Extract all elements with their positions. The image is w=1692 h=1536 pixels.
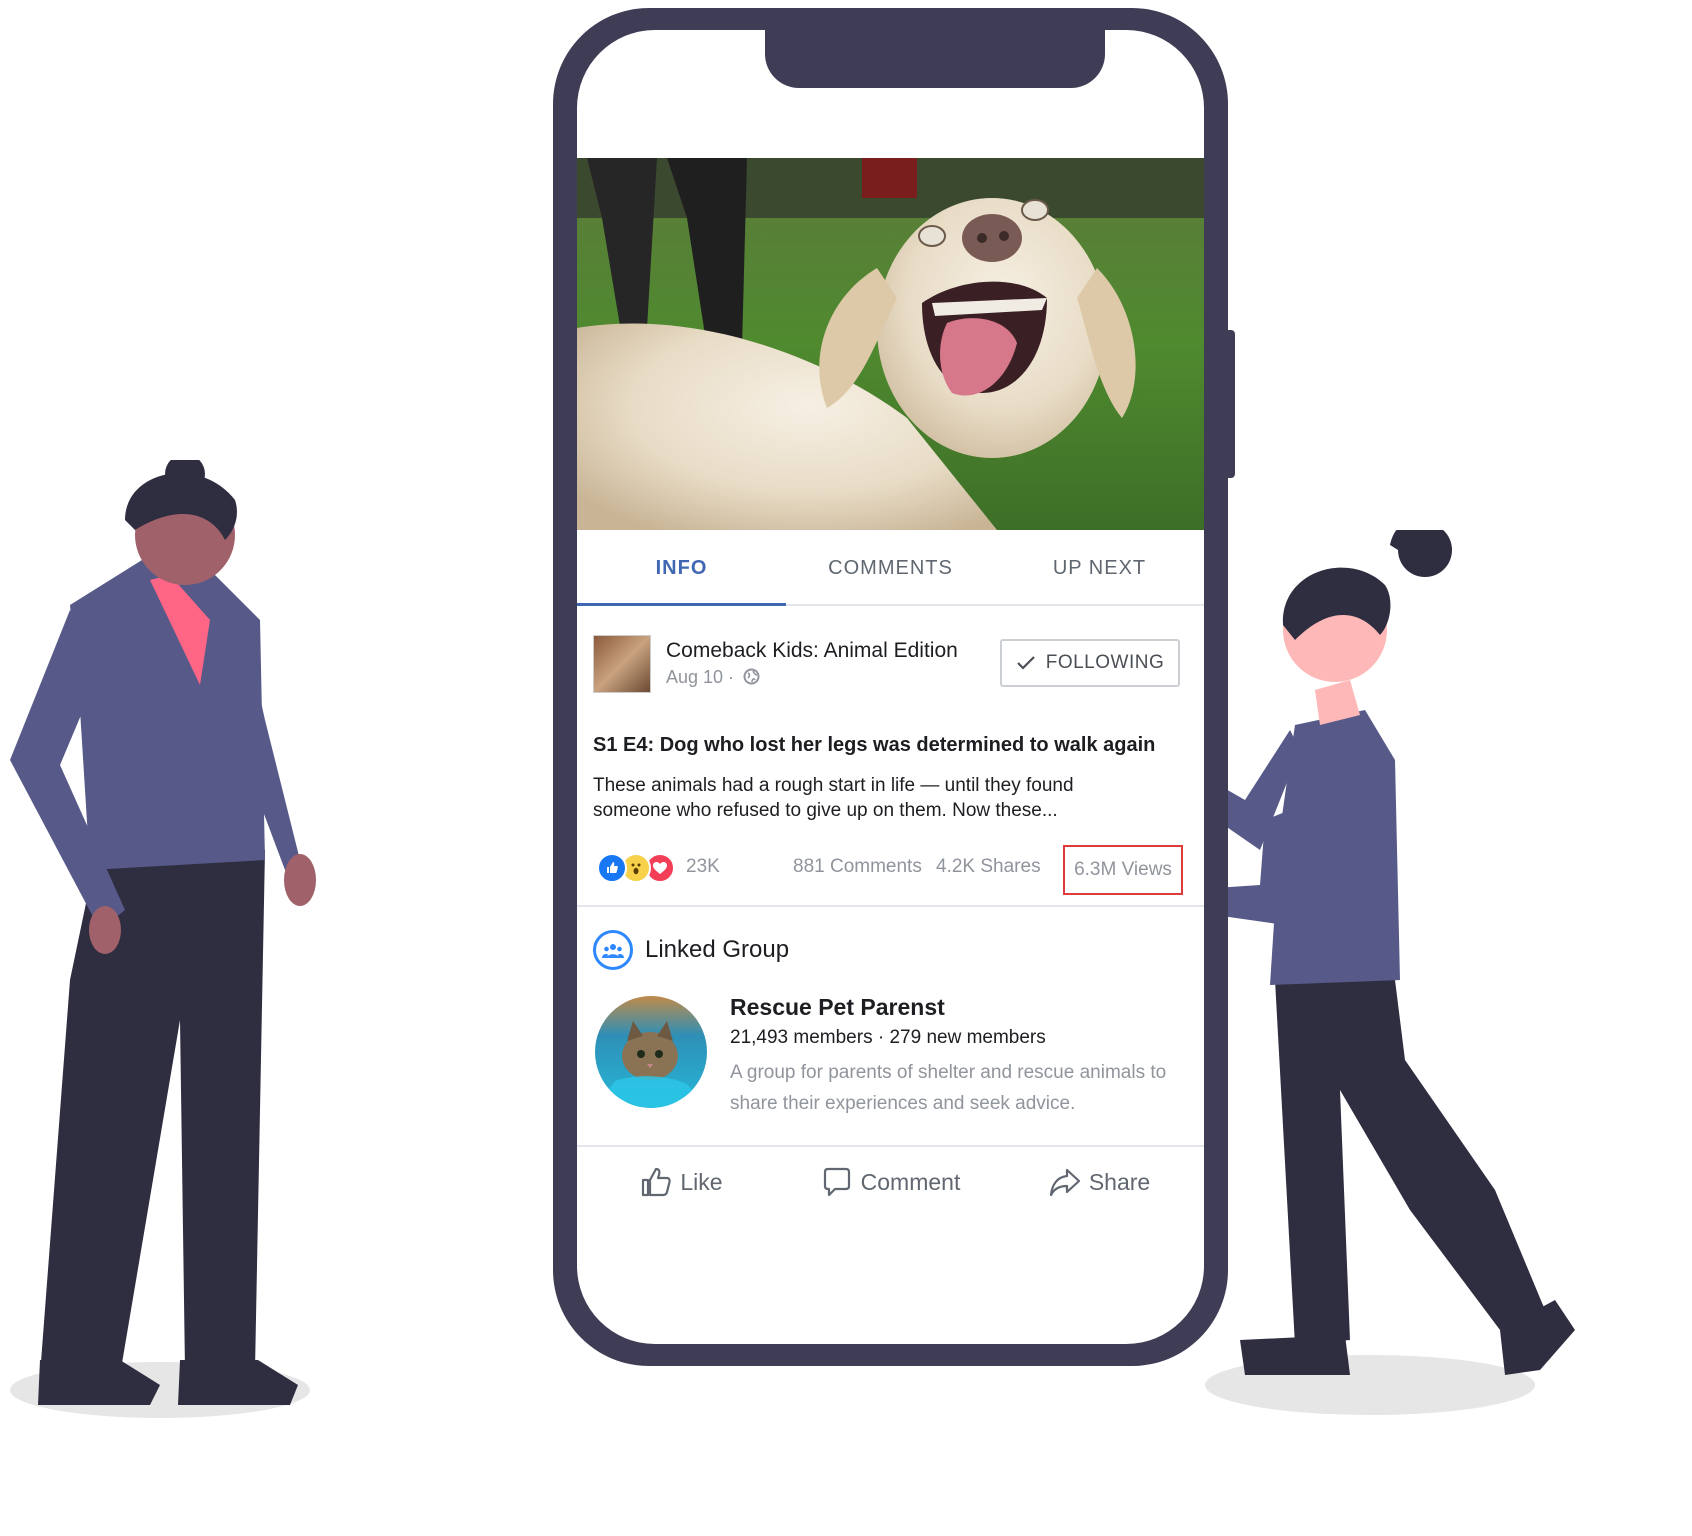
page-name[interactable]: Comeback Kids: Animal Edition	[666, 639, 958, 663]
person-right-illustration	[1200, 530, 1575, 1415]
comments-count[interactable]: 881 Comments	[793, 856, 922, 878]
person-left-illustration	[10, 460, 316, 1418]
group-description: A group for parents of shelter and rescu…	[730, 1062, 1167, 1114]
post-header: Comeback Kids: Animal Edition Aug 10 · F…	[593, 635, 1188, 695]
post-description: These animals had a rough start in life …	[593, 775, 1074, 821]
post-date-text: Aug 10 ·	[666, 667, 735, 687]
dog-video-thumbnail	[577, 158, 1204, 530]
share-button[interactable]: Share	[995, 1147, 1204, 1217]
cat-in-pool-image	[595, 996, 707, 1108]
tab-comments[interactable]: COMMENTS	[786, 530, 995, 604]
phone-notch	[765, 30, 1105, 88]
post-action-bar: Like Comment Share	[577, 1147, 1204, 1217]
phone-side-button	[1222, 330, 1235, 478]
following-label: FOLLOWING	[1045, 652, 1165, 673]
following-button[interactable]: FOLLOWING	[1000, 639, 1180, 687]
linked-group-header: Linked Group	[593, 928, 789, 972]
phone-frame: INFO COMMENTS UP NEXT Comeback Kids: Ani…	[553, 8, 1228, 1366]
page-avatar[interactable]	[593, 635, 651, 693]
comment-label: Comment	[860, 1168, 961, 1195]
like-button[interactable]: Like	[577, 1147, 786, 1217]
illustration-scene: INFO COMMENTS UP NEXT Comeback Kids: Ani…	[0, 0, 1692, 1536]
views-count: 6.3M Views	[1063, 845, 1183, 895]
globe-icon	[743, 668, 760, 685]
post-stats: 23K 881 Comments 4.2K Shares 6.3M Views	[593, 845, 1188, 895]
group-avatar[interactable]	[595, 996, 707, 1108]
like-label: Like	[680, 1168, 723, 1195]
post-title: S1 E4: Dog who lost her legs was determi…	[593, 734, 1156, 756]
post-date: Aug 10 ·	[666, 667, 760, 688]
thumbs-up-icon	[642, 1167, 672, 1197]
group-icon	[593, 930, 633, 970]
tab-up-next[interactable]: UP NEXT	[995, 530, 1204, 604]
group-members: 21,493 members · 279 new members	[730, 1027, 1046, 1048]
reaction-count[interactable]: 23K	[686, 856, 720, 878]
checkmark-icon	[1016, 656, 1035, 670]
video-player[interactable]	[577, 158, 1204, 530]
group-name[interactable]: Rescue Pet Parenst	[730, 994, 945, 1021]
comment-icon	[823, 1167, 850, 1197]
reaction-icons[interactable]	[597, 853, 681, 883]
comment-button[interactable]: Comment	[786, 1147, 995, 1217]
like-reaction-icon	[597, 853, 627, 883]
video-tabs: INFO COMMENTS UP NEXT	[577, 530, 1204, 606]
share-label: Share	[1088, 1168, 1151, 1195]
phone-screen: INFO COMMENTS UP NEXT Comeback Kids: Ani…	[577, 30, 1204, 1344]
shares-count[interactable]: 4.2K Shares	[936, 856, 1041, 878]
share-arrow-icon	[1049, 1168, 1080, 1197]
tab-info[interactable]: INFO	[577, 530, 786, 606]
divider	[577, 905, 1204, 907]
linked-group-label: Linked Group	[645, 936, 790, 963]
